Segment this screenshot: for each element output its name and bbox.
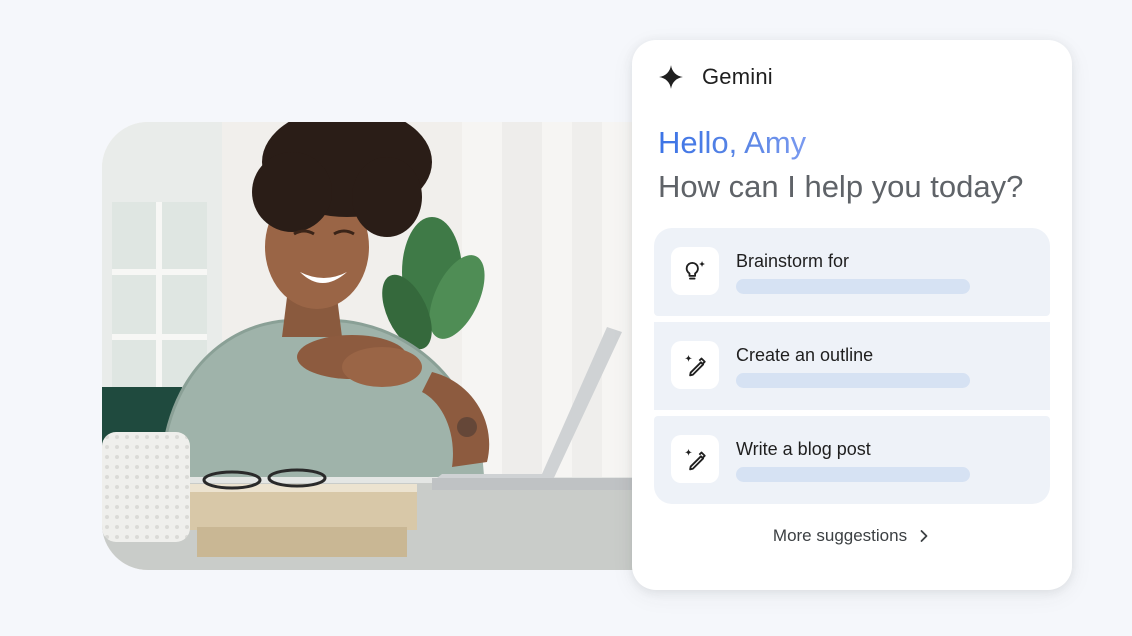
suggestion-icon-box (671, 247, 719, 295)
suggestion-icon-box (671, 435, 719, 483)
suggestion-outline[interactable]: Create an outline (654, 322, 1050, 410)
card-header: Gemini (658, 64, 773, 90)
page: Gemini Hello, Amy How can I help you tod… (0, 0, 1132, 636)
sparkle-icon (659, 65, 683, 89)
gemini-card: Gemini Hello, Amy How can I help you tod… (632, 40, 1072, 590)
magic-pen-icon (684, 448, 706, 471)
magic-pen-icon (684, 354, 706, 377)
placeholder-bar (736, 279, 970, 294)
suggestion-label: Create an outline (736, 345, 874, 365)
brand-name: Gemini (702, 64, 773, 89)
placeholder-bar (736, 467, 970, 482)
suggestion-label: Write a blog post (736, 439, 871, 459)
more-suggestions-button[interactable]: More suggestions (632, 526, 1072, 546)
chevron-right-icon (920, 530, 928, 542)
suggestion-list: Brainstorm for Create an outline Write a… (654, 228, 1050, 504)
suggestion-icon-box (671, 341, 719, 389)
hero-photo (102, 122, 642, 570)
lightbulb-sparkle-icon (685, 260, 706, 280)
greeting: Hello, Amy (658, 125, 807, 160)
more-suggestions-label: More suggestions (772, 526, 908, 545)
suggestion-blog-post[interactable]: Write a blog post (654, 416, 1050, 504)
suggestion-brainstorm[interactable]: Brainstorm for (654, 228, 1050, 316)
woman-laptop-illustration (102, 122, 642, 570)
prompt-heading: How can I help you today? (658, 169, 1024, 204)
suggestion-label: Brainstorm for (736, 251, 850, 271)
placeholder-bar (736, 373, 970, 388)
